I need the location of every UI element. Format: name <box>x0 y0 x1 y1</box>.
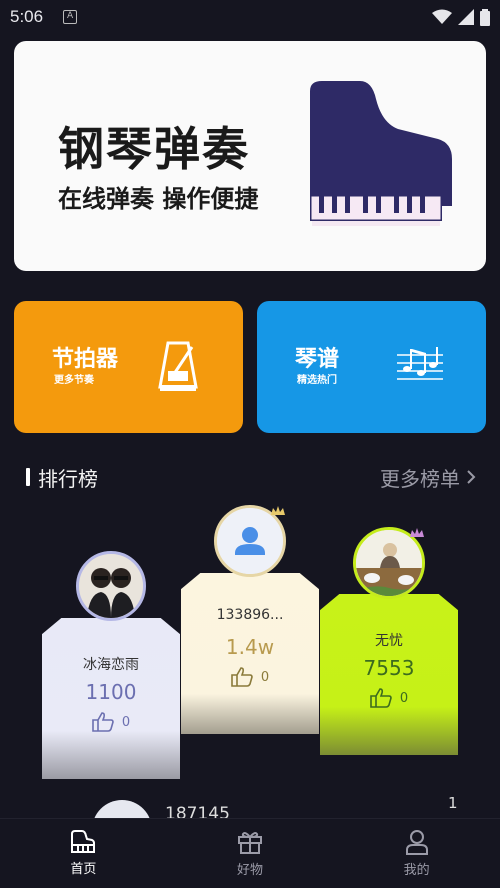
banner[interactable]: 钢琴弹奏 在线弹奏 操作便捷 <box>14 41 486 271</box>
signal-icon <box>458 9 474 25</box>
podium-first-likes: 0 <box>181 667 319 687</box>
thumbs-up-icon <box>92 712 114 732</box>
podium-third-likes: 0 <box>320 688 458 708</box>
metronome-card[interactable]: 节拍器 更多节奏 <box>14 301 243 433</box>
tab-goods[interactable]: 好物 <box>167 819 334 888</box>
ranking-title: 排行榜 <box>38 466 98 491</box>
more-rankings-label: 更多榜单 <box>380 466 460 491</box>
podium-second-likes: 0 <box>42 712 180 732</box>
podium-third-name: 无忧 <box>375 633 403 649</box>
music-notes-icon <box>397 347 443 380</box>
sheet-music-title: 琴谱 <box>295 347 340 372</box>
battery-icon <box>480 8 490 26</box>
tab-home-label: 首页 <box>70 862 97 877</box>
podium-first-likes-count: 0 <box>260 669 270 685</box>
ranking-header: 排行榜 更多榜单 <box>26 462 476 492</box>
tab-mine-label: 我的 <box>403 863 430 878</box>
wifi-icon <box>432 9 452 24</box>
ranking-header-bar <box>26 468 30 486</box>
podium-third-likes-count: 0 <box>399 690 409 706</box>
podium-first[interactable]: 133896... 1.4w 0 <box>181 573 319 734</box>
list-item-avatar <box>92 800 152 820</box>
podium-second-score: 1100 <box>85 680 137 704</box>
thumbs-up-icon <box>370 688 392 708</box>
list-item-rank: 1 <box>448 794 458 812</box>
status-icons <box>432 8 490 26</box>
thumbs-up-icon <box>231 667 253 687</box>
podium-third-score: 7553 <box>363 656 415 680</box>
user-icon <box>405 830 428 855</box>
piano-keys <box>310 195 442 221</box>
couple-avatar-image <box>79 554 143 618</box>
podium-first-name: 133896... <box>216 607 284 623</box>
gift-icon <box>238 832 262 854</box>
more-rankings-link[interactable]: 更多榜单 <box>380 463 476 492</box>
metronome-subtitle: 更多节奏 <box>54 375 94 386</box>
status-bar: 5:06 A <box>0 0 500 34</box>
podium-third[interactable]: 无忧 7553 0 <box>320 594 458 755</box>
tab-mine[interactable]: 我的 <box>333 819 500 888</box>
podium-second-name: 冰海恋雨 <box>83 657 139 673</box>
crown-icon <box>410 528 424 537</box>
sheet-music-subtitle: 精选热门 <box>297 375 337 386</box>
banner-subtitle: 在线弹奏 操作便捷 <box>58 185 259 213</box>
default-user-icon <box>217 508 283 574</box>
tab-goods-label: 好物 <box>237 863 264 878</box>
landscape-avatar-image <box>356 530 422 596</box>
podium-first-score: 1.4w <box>225 635 275 659</box>
podium-second-avatar[interactable] <box>76 551 146 621</box>
crown-icon <box>271 506 285 515</box>
metronome-icon <box>158 341 198 391</box>
metronome-title: 节拍器 <box>52 347 119 372</box>
notification-icon: A <box>63 10 78 24</box>
status-time: 5:06 <box>10 7 44 26</box>
piano-icon <box>71 830 96 853</box>
ranking-list-item[interactable]: 187145 1 <box>0 790 500 820</box>
podium-second[interactable]: 冰海恋雨 1100 0 <box>42 618 180 779</box>
sheet-music-card[interactable]: 琴谱 精选热门 <box>257 301 486 433</box>
tab-home[interactable]: 首页 <box>0 819 167 888</box>
bottom-tab-bar: 首页 好物 我的 <box>0 818 500 888</box>
podium-second-likes-count: 0 <box>121 714 131 730</box>
banner-title: 钢琴弹奏 <box>58 122 250 176</box>
chevron-right-icon <box>467 470 476 484</box>
